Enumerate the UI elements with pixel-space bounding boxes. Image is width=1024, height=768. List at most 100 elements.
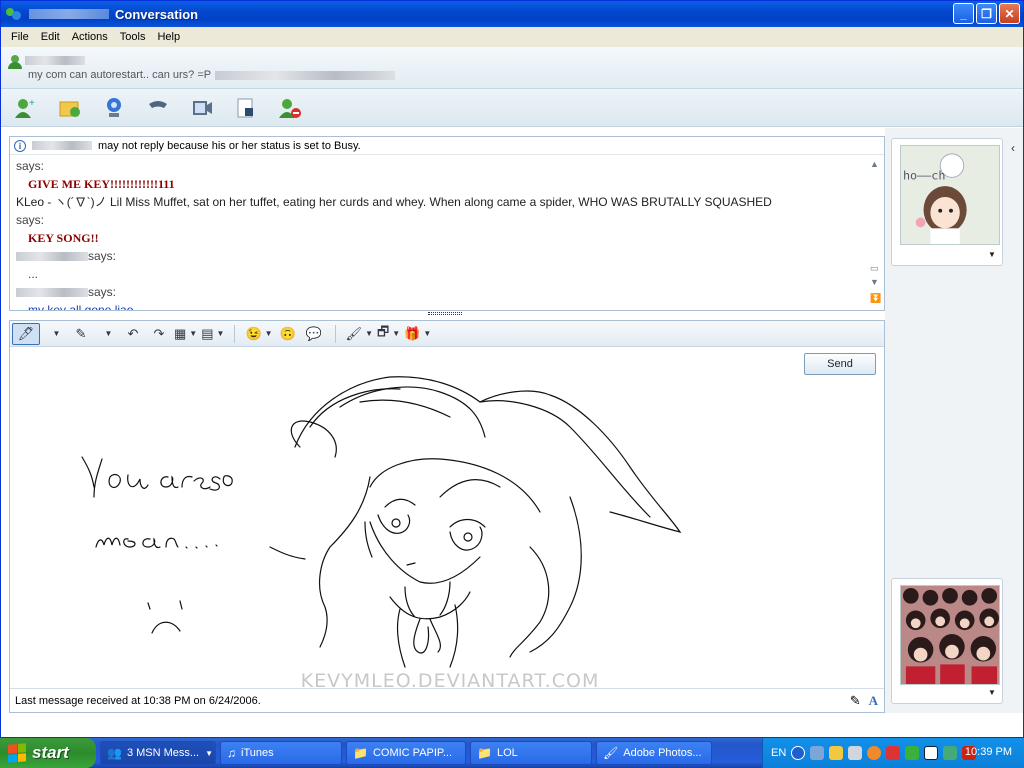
menu-bar: File Edit Actions Tools Help <box>1 27 1023 47</box>
safely-remove-icon[interactable] <box>848 746 863 760</box>
chevron-down-icon[interactable]: ▼ <box>988 250 996 259</box>
info-text: may not reply because his or her status … <box>98 139 361 152</box>
eraser-dropdown-icon[interactable]: ▼ <box>96 323 118 345</box>
conversation-history-panel: i may not reply because his or her statu… <box>9 136 885 311</box>
contact-display-picture-frame: ho——ch ▼ <box>891 138 1003 266</box>
contact-name[interactable] <box>25 56 85 65</box>
sender-line: says: <box>16 159 45 173</box>
undo-icon[interactable]: ↶ <box>122 323 144 345</box>
redo-icon[interactable]: ↷ <box>148 323 170 345</box>
menu-file[interactable]: File <box>5 31 35 43</box>
status-info-bar: i may not reply because his or her statu… <box>10 137 884 155</box>
menu-help[interactable]: Help <box>151 31 186 43</box>
pen-dropdown-icon[interactable]: ▼ <box>44 323 66 345</box>
clock[interactable]: 10:39 PM <box>965 746 1012 758</box>
scroll-up-icon[interactable]: ▲ <box>870 159 879 169</box>
block-icon[interactable] <box>275 95 305 121</box>
background-icon[interactable]: 🖌 ▼ <box>346 323 373 345</box>
my-display-picture[interactable] <box>900 585 1000 685</box>
task-msn[interactable]: 👥 3 MSN Mess... ▼ <box>100 741 216 765</box>
itunes-icon: ♫ <box>227 746 236 760</box>
title-bar[interactable]: Conversation _ ❐ ✕ <box>1 1 1023 27</box>
contact-status-icon <box>8 55 22 69</box>
invite-contact-icon[interactable]: + <box>11 95 41 121</box>
network-icon[interactable] <box>810 746 825 760</box>
svg-text:ho——ch: ho——ch <box>903 168 945 182</box>
message-input-area: 🖊▼ ✎▼ ↶ ↷ ▦▼ ▤▼ 😉▼ 🙃 💬 🖌▼ 🗗▼ 🎁▼ <box>9 320 885 713</box>
msn-tray-icon[interactable] <box>905 746 920 760</box>
send-button[interactable]: Send <box>804 353 876 375</box>
ink-toolbar: 🖊 ▼ ✎ ▼ ↶ ↷ ▦ ▼ ▤ ▼ 😉 ▼ 🙃 💬 🖌 ▼ 🗗 ▼ 🎁 ▼ <box>10 321 884 347</box>
ink-drawing-canvas[interactable]: KEVYMLEO.DEVIANTART.COM <box>10 347 884 689</box>
info-icon: i <box>14 139 26 152</box>
last-message-text: Last message received at 10:38 PM on 6/2… <box>15 694 261 707</box>
my-display-picture-frame: ▼ <box>891 578 1003 704</box>
collapse-panel-icon[interactable]: ‹ <box>1011 141 1023 161</box>
activities-icon[interactable] <box>231 95 261 121</box>
emoticon-icon[interactable]: 😉 ▼ <box>245 323 272 345</box>
message-history[interactable]: says: GIVE ME KEY!!!!!!!!!!!!111 KLeo - … <box>10 155 866 310</box>
contact-name-blurred <box>29 9 109 19</box>
voice-clip-icon[interactable]: 🙃 <box>277 323 299 345</box>
call-icon[interactable] <box>143 95 173 121</box>
eraser-icon[interactable]: ✎ <box>70 323 92 345</box>
language-bar-icon[interactable] <box>791 746 806 760</box>
scroll-thumb[interactable]: ▭ <box>870 263 879 274</box>
gift-icon[interactable]: 🎁 ▼ <box>404 323 431 345</box>
taskbar: start 👥 3 MSN Mess... ▼ ♫ iTunes 📁 COMIC PAP… <box>0 738 1024 768</box>
menu-actions[interactable]: Actions <box>66 31 114 43</box>
contact-name-blurred <box>32 141 92 150</box>
sender-line: says: <box>16 247 860 265</box>
start-button[interactable]: start <box>0 738 96 768</box>
sender-line: says: <box>16 213 45 227</box>
message: ... <box>28 267 39 281</box>
svg-text:+: + <box>29 98 35 109</box>
contact-display-picture[interactable]: ho——ch <box>900 145 1000 245</box>
color-palette-icon[interactable]: ▦ ▼ <box>174 323 197 345</box>
sound-icon[interactable] <box>943 746 958 760</box>
chevron-down-icon[interactable]: ▼ <box>988 688 996 697</box>
handwriting-mode-icon[interactable]: ✎ <box>850 693 861 709</box>
scroll-end-icon[interactable]: ⏬ <box>870 293 881 304</box>
task-lol-folder[interactable]: 📁 LOL <box>470 741 592 765</box>
security-shield-icon[interactable] <box>829 746 844 760</box>
send-files-icon[interactable] <box>55 95 85 121</box>
video-call-icon[interactable] <box>187 95 217 121</box>
minimize-button[interactable]: _ <box>953 3 974 24</box>
folder-icon: 📁 <box>353 746 368 760</box>
winks-icon[interactable]: 🗗 ▼ <box>377 323 400 345</box>
text-mode-icon[interactable]: A <box>869 693 878 709</box>
nudge-icon[interactable]: 💬 <box>303 323 325 345</box>
window-title: Conversation <box>115 6 199 22</box>
maximize-button[interactable]: ❐ <box>976 3 997 24</box>
language-indicator[interactable]: EN <box>771 747 786 759</box>
task-comic-folder[interactable]: 📁 COMIC PAPIP... <box>346 741 466 765</box>
splitter-grip[interactable] <box>428 312 462 315</box>
history-scrollbar[interactable]: ▲ ▭ ▼ ⏬ <box>866 155 884 310</box>
sender-line: says: <box>16 283 860 301</box>
task-itunes[interactable]: ♫ iTunes <box>220 741 342 765</box>
menu-edit[interactable]: Edit <box>35 31 66 43</box>
deviantart-watermark: KEVYMLEO.DEVIANTART.COM <box>301 670 600 689</box>
antivirus-icon[interactable] <box>867 746 882 760</box>
close-button[interactable]: ✕ <box>999 3 1020 24</box>
status-line: Last message received at 10:38 PM on 6/2… <box>10 688 884 712</box>
pen-icon[interactable]: 🖊 <box>12 322 40 345</box>
photoshop-icon: 🖌 <box>603 746 619 760</box>
message: my key all gone liao... <box>28 303 144 310</box>
media-player-icon[interactable] <box>924 746 939 760</box>
webcam-icon[interactable] <box>99 95 129 121</box>
display-picture-panel: ho——ch ▼ ▼ <box>885 128 1023 713</box>
message: GIVE ME KEY!!!!!!!!!!!!111 <box>28 177 175 191</box>
grid-icon[interactable]: ▤ ▼ <box>201 323 224 345</box>
folder-icon: 📁 <box>477 746 492 760</box>
msn-buddy-icon <box>5 5 23 23</box>
menu-tools[interactable]: Tools <box>114 31 152 43</box>
message: KEY SONG!! <box>28 231 99 245</box>
task-photoshop[interactable]: 🖌 Adobe Photos... <box>596 741 712 765</box>
contact-header: my com can autorestart.. can urs? =P <box>1 47 1023 89</box>
personal-message: my com can autorestart.. can urs? =P <box>28 69 396 81</box>
firewall-icon[interactable] <box>886 746 901 760</box>
scroll-down-icon[interactable]: ▼ <box>870 277 879 287</box>
windows-logo-icon <box>8 743 26 763</box>
